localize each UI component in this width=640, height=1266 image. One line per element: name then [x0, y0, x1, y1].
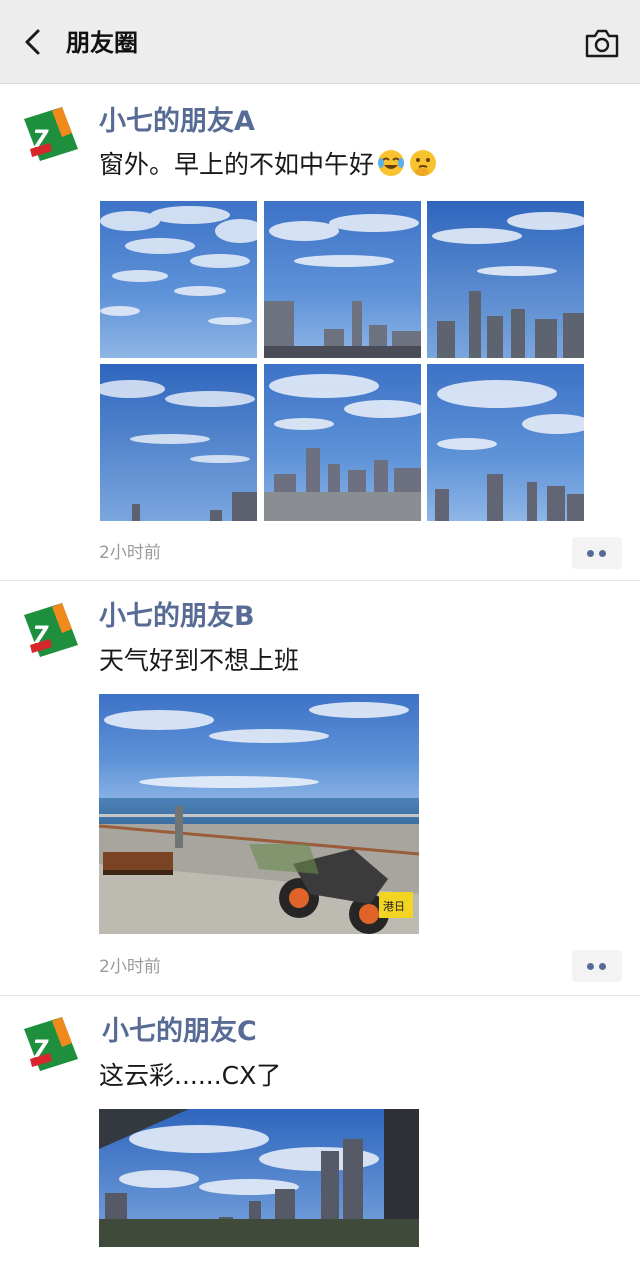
post-author[interactable]: 小七的朋友B: [99, 600, 255, 634]
brand-logo-icon: 7: [22, 601, 80, 659]
post-image[interactable]: [427, 364, 584, 521]
moment-post: 7 小七的朋友C 这云彩......CX了: [0, 997, 640, 1266]
laughing-tears-emoji-icon: [376, 148, 406, 178]
post-text: 这云彩......CX了: [99, 1061, 282, 1090]
camera-button[interactable]: [584, 26, 620, 60]
post-text-content: 窗外。早上的不如中午好: [99, 150, 375, 179]
post-image[interactable]: [99, 1109, 419, 1247]
back-button[interactable]: [14, 22, 54, 62]
post-image[interactable]: [427, 201, 584, 358]
more-actions-button[interactable]: [572, 950, 622, 982]
post-image[interactable]: [264, 201, 421, 358]
post-image[interactable]: [100, 364, 257, 521]
dot-icon: [587, 963, 594, 970]
moment-post: 7 小七的朋友B 天气好到不想上班 港日 2小时前: [0, 582, 640, 996]
post-image[interactable]: [100, 201, 257, 358]
brand-logo-icon: 7: [22, 105, 80, 163]
post-image[interactable]: [264, 364, 421, 521]
more-actions-button[interactable]: [572, 537, 622, 569]
post-author[interactable]: 小七的朋友C: [102, 1015, 257, 1049]
chevron-left-icon: [25, 29, 40, 55]
dot-icon: [599, 550, 606, 557]
avatar[interactable]: 7: [22, 105, 80, 163]
page-title: 朋友圈: [66, 29, 138, 57]
navigation-bar: 朋友圈: [0, 0, 640, 84]
post-author[interactable]: 小七的朋友A: [99, 105, 255, 139]
thinking-hand-emoji-icon: [408, 148, 438, 178]
post-time: 2小时前: [99, 957, 161, 977]
post-text: 天气好到不想上班: [99, 646, 300, 675]
avatar[interactable]: 7: [22, 601, 80, 659]
svg-text:港日: 港日: [383, 900, 405, 913]
post-text: 窗外。早上的不如中午好: [99, 148, 438, 182]
post-image[interactable]: 港日: [99, 694, 419, 934]
dot-icon: [599, 963, 606, 970]
brand-logo-icon: 7: [22, 1015, 80, 1073]
camera-icon: [585, 29, 619, 58]
dot-icon: [587, 550, 594, 557]
moment-post: 7 小七的朋友A 窗外。早上的不如中午好 2小时前: [0, 85, 640, 581]
avatar[interactable]: 7: [22, 1015, 80, 1073]
post-time: 2小时前: [99, 543, 161, 563]
